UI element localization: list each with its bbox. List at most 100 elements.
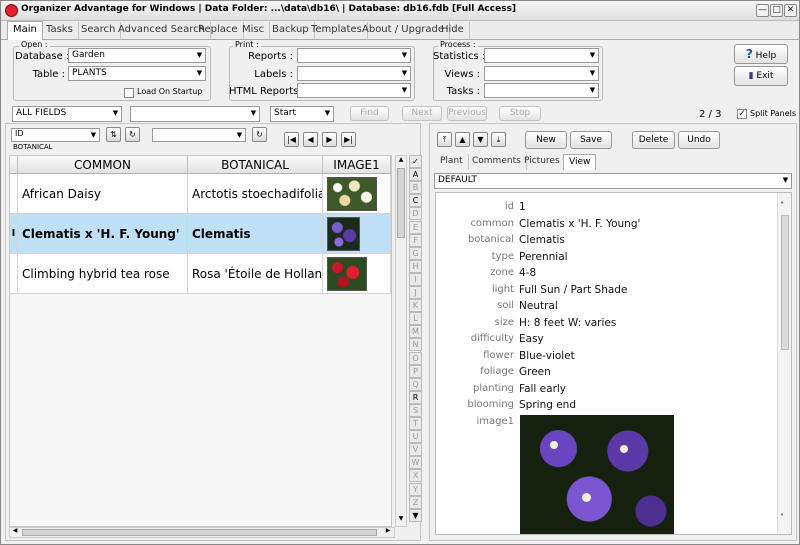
tab-main[interactable]: Main — [7, 21, 43, 40]
minimize-button[interactable]: — — [756, 4, 769, 17]
field-value-difficulty[interactable]: Easy — [519, 333, 544, 345]
index-letter-r[interactable]: R — [409, 390, 422, 404]
scrollbar-thumb[interactable] — [781, 215, 789, 350]
index-letter-u[interactable]: U — [409, 430, 422, 444]
refresh-icon[interactable]: ↻ — [125, 127, 140, 142]
delete-record-button[interactable]: Delete — [632, 131, 675, 149]
field-value-light[interactable]: Full Sun / Part Shade — [519, 284, 627, 296]
index-letter-y[interactable]: Y — [409, 482, 422, 496]
tab-view[interactable]: View — [563, 154, 597, 170]
views-select[interactable]: ▼ — [484, 66, 599, 81]
index-letter-x[interactable]: X — [409, 469, 422, 483]
index-letter-e[interactable]: E — [409, 220, 422, 234]
tab-pictures[interactable]: Pictures — [519, 154, 566, 170]
table-row[interactable]: Climbing hybrid tea rose Rosa 'Étoile de… — [10, 254, 391, 294]
scroll-left-icon[interactable]: ◀ — [10, 527, 20, 537]
search-mode-select[interactable]: Start ▼ — [270, 106, 334, 122]
index-scroll-down-icon[interactable]: ▼ — [409, 508, 422, 522]
previous-record-icon[interactable]: ◀ — [303, 132, 318, 147]
statistics-select[interactable]: ▼ — [484, 48, 599, 63]
restore-button[interactable]: □ — [770, 4, 783, 17]
index-letter-o[interactable]: O — [409, 351, 422, 365]
index-letter-m[interactable]: M — [409, 325, 422, 339]
index-letter-d[interactable]: D — [409, 207, 422, 221]
field-value-id[interactable]: 1 — [519, 201, 526, 213]
help-button[interactable]: ? Help — [734, 44, 788, 64]
filter-select[interactable]: ▼ — [152, 128, 246, 142]
index-letter-p[interactable]: P — [409, 364, 422, 378]
first-record-icon[interactable]: |◀ — [284, 132, 299, 147]
index-letter-l[interactable]: L — [409, 312, 422, 326]
scroll-right-icon[interactable]: ▶ — [383, 527, 393, 537]
move-down-icon[interactable]: ▼ — [473, 132, 488, 147]
field-value-zone[interactable]: 4-8 — [519, 267, 536, 279]
search-input[interactable]: ▼ — [130, 106, 260, 122]
next-record-icon[interactable]: ▶ — [322, 132, 337, 147]
tab-replace[interactable]: Replace — [193, 22, 244, 39]
scroll-down-icon[interactable]: ▼ — [396, 515, 406, 525]
table-select[interactable]: PLANTS ▼ — [68, 66, 206, 81]
table-row-selected[interactable]: I Clematis x 'H. F. Young' Clematis — [10, 214, 391, 254]
index-letter-b[interactable]: B — [409, 181, 422, 195]
table-row[interactable]: African Daisy Arctotis stoechadifolia — [10, 174, 391, 214]
index-letter-i[interactable]: I — [409, 272, 422, 286]
tab-comments[interactable]: Comments — [467, 154, 527, 170]
scrollbar-thumb[interactable] — [397, 168, 405, 238]
move-bottom-icon[interactable]: ⤓ — [491, 132, 506, 147]
field-value-blooming[interactable]: Spring end — [519, 399, 576, 411]
tab-tasks[interactable]: Tasks — [41, 22, 79, 39]
sort-direction-icon[interactable]: ⇅ — [106, 127, 121, 142]
detail-vertical-scrollbar[interactable]: ˄ ˅ — [777, 193, 791, 534]
stop-button[interactable]: Stop — [499, 106, 541, 121]
tab-misc[interactable]: Misc — [237, 22, 271, 39]
column-header-image1[interactable]: IMAGE1 — [323, 156, 391, 174]
last-record-icon[interactable]: ▶| — [341, 132, 356, 147]
field-value-planting[interactable]: Fall early — [519, 383, 566, 395]
field-value-soil[interactable]: Neutral — [519, 300, 558, 312]
index-letter-j[interactable]: J — [409, 286, 422, 299]
grid-vertical-scrollbar[interactable]: ▲ ▼ — [395, 155, 407, 527]
save-record-button[interactable]: Save — [570, 131, 612, 149]
tab-plant[interactable]: Plant — [435, 154, 469, 170]
index-letter-z[interactable]: Z — [409, 495, 422, 509]
index-letter-f[interactable]: F — [409, 233, 422, 247]
index-letter-k[interactable]: K — [409, 299, 422, 313]
database-select[interactable]: Garden ▼ — [68, 48, 206, 63]
move-top-icon[interactable]: ⤒ — [437, 132, 452, 147]
index-letter-w[interactable]: W — [409, 456, 422, 470]
new-record-button[interactable]: New — [525, 131, 567, 149]
chevron-down-icon[interactable]: ˅ — [780, 513, 784, 522]
html-reports-select[interactable]: ▼ — [297, 83, 411, 98]
chevron-up-icon[interactable]: ˄ — [780, 201, 784, 210]
field-value-foliage[interactable]: Green — [519, 366, 551, 378]
scrollbar-thumb[interactable] — [22, 529, 377, 536]
find-button[interactable]: Find — [350, 106, 389, 121]
index-letter-n[interactable]: N — [409, 338, 422, 352]
field-value-type[interactable]: Perennial — [519, 251, 568, 263]
next-button[interactable]: Next — [402, 106, 442, 121]
index-letter-v[interactable]: V — [409, 443, 422, 457]
close-button[interactable]: ✕ — [784, 4, 797, 17]
reports-select[interactable]: ▼ — [297, 48, 411, 63]
undo-button[interactable]: Undo — [678, 131, 720, 149]
column-header-botanical[interactable]: BOTANICAL — [188, 156, 323, 174]
field-value-size[interactable]: H: 8 feet W: varies — [519, 317, 616, 329]
split-panels-checkbox[interactable]: ✓ — [737, 109, 747, 119]
index-letter-q[interactable]: Q — [409, 377, 422, 391]
previous-button[interactable]: Previous — [447, 106, 487, 121]
move-up-icon[interactable]: ▲ — [455, 132, 470, 147]
search-field-select[interactable]: ALL FIELDS ▼ — [12, 106, 122, 122]
field-value-common[interactable]: Clematis x 'H. F. Young' — [519, 218, 640, 230]
column-header-common[interactable]: COMMON — [18, 156, 188, 174]
labels-select[interactable]: ▼ — [297, 66, 411, 81]
index-letter-t[interactable]: T — [409, 417, 422, 430]
exit-button[interactable]: ▮ Exit — [734, 66, 788, 86]
grid-horizontal-scrollbar[interactable]: ◀ ▶ — [9, 527, 395, 538]
field-value-flower[interactable]: Blue-violet — [519, 350, 575, 362]
index-letter-h[interactable]: H — [409, 259, 422, 273]
index-letter-g[interactable]: G — [409, 246, 422, 260]
field-value-botanical[interactable]: Clematis — [519, 234, 565, 246]
index-letter-c[interactable]: C — [409, 194, 422, 208]
load-on-startup-checkbox[interactable] — [124, 88, 134, 98]
refresh-filter-icon[interactable]: ↻ — [252, 127, 267, 142]
